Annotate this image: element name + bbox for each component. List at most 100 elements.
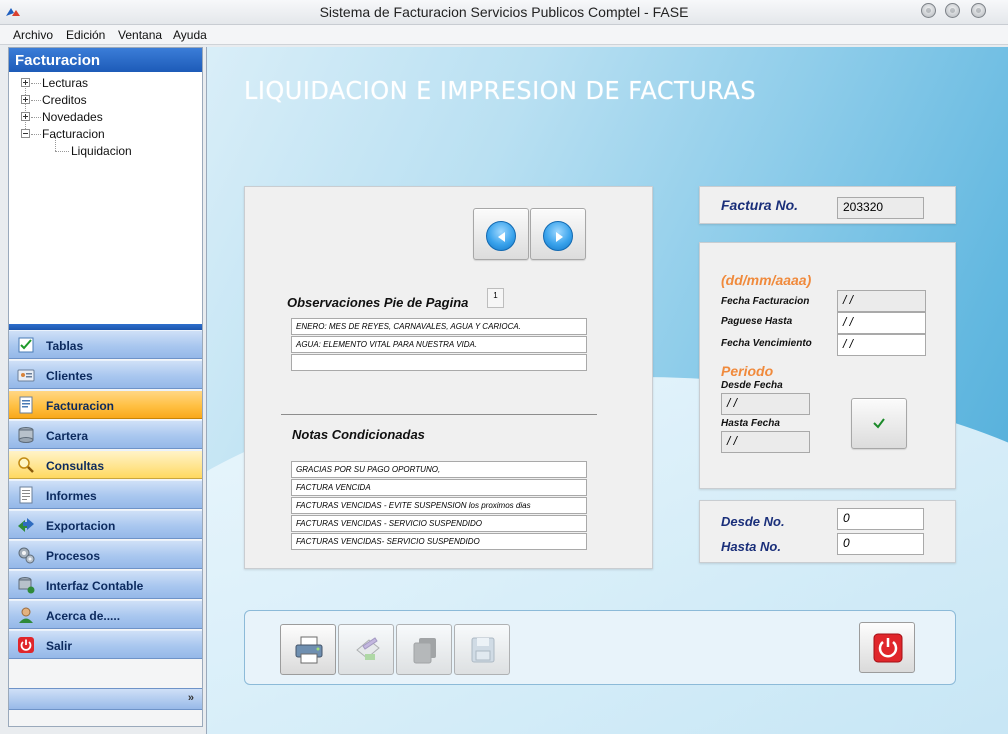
- paguese-hasta-label: Paguese Hasta: [721, 316, 793, 327]
- close-button[interactable]: [971, 3, 986, 18]
- menu-ayuda[interactable]: Ayuda: [173, 28, 207, 42]
- menu-ventana[interactable]: Ventana: [118, 28, 162, 42]
- power-icon: [18, 637, 34, 653]
- minimize-button[interactable]: [921, 3, 936, 18]
- id-card-icon: [17, 369, 35, 382]
- nav-button-label: Acerca de.....: [46, 609, 121, 623]
- nav-button-interfaz-contable[interactable]: Interfaz Contable: [9, 570, 202, 599]
- invoice-icon: [19, 396, 33, 414]
- nav-button-salir[interactable]: Salir: [9, 630, 202, 659]
- nav-button-label: Exportacion: [46, 519, 116, 533]
- navigation-tree: Lecturas Creditos Novedades Facturacion …: [9, 72, 202, 324]
- invoice-range-card: Desde No. 0 Hasta No. 0: [699, 500, 956, 563]
- checklist-icon: [18, 337, 34, 353]
- hasta-fecha-label: Hasta Fecha: [721, 418, 780, 429]
- dates-card: (dd/mm/aaaa) Fecha Facturacion / / Pague…: [699, 242, 956, 489]
- expand-lecturas-icon[interactable]: [21, 78, 30, 87]
- section-divider: [281, 414, 597, 415]
- fecha-facturacion-field[interactable]: / /: [837, 290, 926, 312]
- nota-line-2[interactable]: FACTURA VENCIDA: [291, 479, 587, 496]
- nav-button-exportacion[interactable]: Exportacion: [9, 510, 202, 539]
- nav-button-label: Procesos: [46, 549, 101, 563]
- copy-button[interactable]: [396, 624, 452, 675]
- observacion-line-1[interactable]: ENERO: MES DE REYES, CARNAVALES, AGUA Y …: [291, 318, 587, 335]
- menu-archivo[interactable]: Archivo: [13, 28, 53, 42]
- expand-creditos-icon[interactable]: [21, 95, 30, 104]
- maximize-button[interactable]: [945, 3, 960, 18]
- periodo-label: Periodo: [721, 363, 774, 379]
- next-button[interactable]: [530, 208, 586, 260]
- nav-button-label: Clientes: [46, 369, 93, 383]
- main-content: LIQUIDACION E IMPRESION DE FACTURAS Obse…: [206, 47, 1008, 734]
- fecha-facturacion-label: Fecha Facturacion: [721, 296, 810, 307]
- printer-icon: [295, 636, 323, 664]
- footer-notes-card: Observaciones Pie de Pagina 1 ENERO: MES…: [244, 186, 653, 569]
- chevron-double-down-icon[interactable]: »: [188, 692, 194, 704]
- nav-button-facturacion[interactable]: Facturacion: [9, 390, 202, 419]
- print-button[interactable]: [280, 624, 336, 675]
- nav-button-informes[interactable]: Informes: [9, 480, 202, 509]
- menu-edicion[interactable]: Edición: [66, 28, 105, 42]
- hasta-no-field[interactable]: 0: [837, 533, 924, 555]
- power-icon: [873, 633, 903, 663]
- tree-item-novedades[interactable]: Novedades: [42, 110, 103, 124]
- fecha-vencimiento-field[interactable]: / /: [837, 334, 926, 356]
- title-bar: Sistema de Facturacion Servicios Publico…: [0, 0, 1008, 25]
- window-title: Sistema de Facturacion Servicios Publico…: [319, 4, 689, 20]
- nav-button-label: Cartera: [46, 429, 89, 443]
- desde-no-field[interactable]: 0: [837, 508, 924, 530]
- tree-item-creditos[interactable]: Creditos: [42, 93, 87, 107]
- nav-button-cartera[interactable]: Cartera: [9, 420, 202, 449]
- factura-number-field: 203320: [837, 197, 924, 219]
- magnifier-icon: [18, 457, 34, 473]
- nav-button-clientes[interactable]: Clientes: [9, 360, 202, 389]
- nota-line-1[interactable]: GRACIAS POR SU PAGO OPORTUNO,: [291, 461, 587, 478]
- hasta-no-label: Hasta No.: [721, 539, 781, 554]
- document-edit-icon: [356, 637, 380, 660]
- notas-title: Notas Condicionadas: [292, 427, 425, 442]
- left-panel: Facturacion Lecturas Creditos Novedades …: [8, 47, 203, 727]
- checkmark-icon: [873, 418, 885, 429]
- nav-button-label: Salir: [46, 639, 73, 653]
- observacion-line-3[interactable]: [291, 354, 587, 371]
- date-format-hint: (dd/mm/aaaa): [721, 272, 812, 288]
- collapse-facturacion-icon[interactable]: [21, 129, 30, 138]
- tree-item-liquidacion[interactable]: Liquidacion: [71, 144, 132, 158]
- tree-header: Facturacion: [9, 48, 202, 72]
- previous-button[interactable]: [473, 208, 529, 260]
- floppy-disk-icon: [471, 637, 495, 663]
- save-button[interactable]: [454, 624, 510, 675]
- nav-button-label: Tablas: [46, 339, 84, 353]
- nota-line-4[interactable]: FACTURAS VENCIDAS - SERVICIO SUSPENDIDO: [291, 515, 587, 532]
- arrow-left-icon: [486, 221, 516, 251]
- hasta-fecha-field[interactable]: / /: [721, 431, 810, 453]
- nav-button-label: Interfaz Contable: [46, 579, 144, 593]
- page-title: LIQUIDACION E IMPRESION DE FACTURAS: [244, 76, 757, 105]
- liquidate-button[interactable]: [338, 624, 394, 675]
- factura-label: Factura No.: [721, 197, 799, 213]
- report-icon: [19, 486, 33, 504]
- nav-overflow-bar[interactable]: »: [9, 688, 202, 710]
- export-arrows-icon: [18, 518, 34, 532]
- nav-button-label: Informes: [46, 489, 97, 503]
- nav-button-consultas[interactable]: Consultas: [9, 450, 202, 479]
- tree-item-facturacion[interactable]: Facturacion: [42, 127, 105, 141]
- nota-line-3[interactable]: FACTURAS VENCIDAS - EVITE SUSPENSION los…: [291, 497, 587, 514]
- arrow-right-icon: [543, 221, 573, 251]
- database-icon: [18, 427, 34, 443]
- accept-button[interactable]: [851, 398, 907, 449]
- observacion-line-2[interactable]: AGUA: ELEMENTO VITAL PARA NUESTRA VIDA.: [291, 336, 587, 353]
- exit-button[interactable]: [859, 622, 915, 673]
- nav-button-label: Consultas: [46, 459, 105, 473]
- nav-button-tablas[interactable]: Tablas: [9, 330, 202, 359]
- nota-line-5[interactable]: FACTURAS VENCIDAS- SERVICIO SUSPENDIDO: [291, 533, 587, 550]
- nav-button-acerca-de[interactable]: Acerca de.....: [9, 600, 202, 629]
- page-indicator[interactable]: 1: [487, 288, 504, 308]
- paguese-hasta-field[interactable]: / /: [837, 312, 926, 334]
- tree-item-lecturas[interactable]: Lecturas: [42, 76, 88, 90]
- nav-button-procesos[interactable]: Procesos: [9, 540, 202, 569]
- desde-no-label: Desde No.: [721, 514, 785, 529]
- desde-fecha-field[interactable]: / /: [721, 393, 810, 415]
- expand-novedades-icon[interactable]: [21, 112, 30, 121]
- observaciones-title: Observaciones Pie de Pagina: [287, 295, 469, 310]
